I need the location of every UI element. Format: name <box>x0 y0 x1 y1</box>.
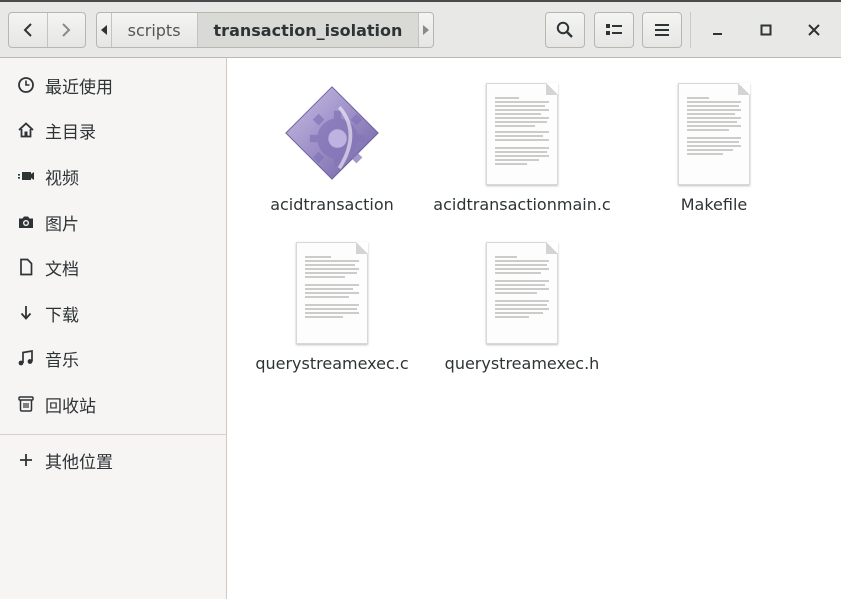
breadcrumb-scripts[interactable]: scripts <box>112 13 197 47</box>
music-icon <box>16 348 36 368</box>
sidebar-item-recent[interactable]: 最近使用 <box>0 65 226 105</box>
sidebar-item-trash[interactable]: 回收站 <box>0 384 226 424</box>
sidebar-item-music[interactable]: 音乐 <box>0 338 226 378</box>
file-name: Makefile <box>680 195 748 214</box>
chevron-right-icon <box>62 23 71 37</box>
forward-button[interactable] <box>47 13 85 47</box>
document-icon <box>16 257 36 277</box>
close-icon <box>808 24 820 36</box>
camera-icon <box>16 212 36 232</box>
path-bar: scripts transaction_isolation <box>96 12 434 48</box>
search-button[interactable] <box>545 12 585 48</box>
trash-icon <box>16 394 36 414</box>
path-scroll-right-button[interactable] <box>418 13 433 47</box>
header-separator <box>690 12 691 48</box>
home-icon <box>16 120 36 140</box>
file-item-querystreamexec-h[interactable]: querystreamexec.h <box>427 223 617 373</box>
sidebar-item-label: 音乐 <box>45 350 79 371</box>
text-file-icon <box>666 78 762 185</box>
file-name: acidtransaction <box>270 195 394 214</box>
maximize-button[interactable] <box>750 14 782 46</box>
close-button[interactable] <box>798 14 830 46</box>
sidebar-item-label: 下载 <box>45 305 79 326</box>
sidebar-item-label: 其他位置 <box>45 452 113 473</box>
navigation-buttons <box>8 12 86 48</box>
file-name: acidtransactionmain.c <box>433 195 611 214</box>
window-top-edge <box>0 0 841 2</box>
minimize-icon <box>713 33 722 35</box>
executable-file-icon <box>284 78 380 185</box>
sidebar-item-downloads[interactable]: 下载 <box>0 293 226 333</box>
back-button[interactable] <box>9 13 47 47</box>
sidebar-item-label: 最近使用 <box>45 77 113 98</box>
minimize-button[interactable] <box>702 14 734 46</box>
sidebar-item-home[interactable]: 主目录 <box>0 110 226 150</box>
hamburger-menu-icon <box>655 24 669 36</box>
places-sidebar: 最近使用 主目录 视频 图片 文档 下载 音乐 回收站 其他位置 <box>0 58 227 599</box>
search-icon <box>556 21 573 38</box>
file-item-acidtransaction[interactable]: acidtransaction <box>237 64 427 214</box>
path-scroll-left-button[interactable] <box>97 13 112 47</box>
sidebar-item-pictures[interactable]: 图片 <box>0 202 226 242</box>
file-item-makefile[interactable]: Makefile <box>619 64 809 214</box>
file-name: querystreamexec.h <box>444 354 600 373</box>
sidebar-separator <box>0 434 226 435</box>
breadcrumb-transaction-isolation[interactable]: transaction_isolation <box>196 13 419 47</box>
clock-icon <box>16 75 36 95</box>
sidebar-item-videos[interactable]: 视频 <box>0 156 226 196</box>
maximize-icon <box>760 24 772 36</box>
text-file-icon <box>474 237 570 344</box>
sidebar-item-label: 回收站 <box>45 396 96 417</box>
video-icon <box>16 166 36 186</box>
plus-icon <box>16 450 36 470</box>
text-file-icon <box>284 237 380 344</box>
menu-button[interactable] <box>642 12 682 48</box>
text-file-icon <box>474 78 570 185</box>
file-item-acidtransactionmain-c[interactable]: acidtransactionmain.c <box>427 64 617 214</box>
sidebar-item-documents[interactable]: 文档 <box>0 247 226 287</box>
triangle-right-icon <box>423 25 430 35</box>
sidebar-item-label: 主目录 <box>45 122 96 143</box>
triangle-left-icon <box>100 25 107 35</box>
file-name: querystreamexec.c <box>255 354 409 373</box>
sidebar-item-label: 视频 <box>45 168 79 189</box>
sidebar-item-other-locations[interactable]: 其他位置 <box>0 440 226 480</box>
chevron-left-icon <box>23 23 32 37</box>
sidebar-item-label: 图片 <box>45 214 79 235</box>
file-item-querystreamexec-c[interactable]: querystreamexec.c <box>237 223 427 373</box>
view-toggle-button[interactable] <box>594 12 634 48</box>
download-icon <box>16 303 36 323</box>
file-grid: acidtransaction acidtransactionmain.c Ma… <box>228 58 841 599</box>
sidebar-item-label: 文档 <box>45 259 79 280</box>
list-view-icon <box>606 24 622 35</box>
header-bar: scripts transaction_isolation <box>0 0 841 58</box>
